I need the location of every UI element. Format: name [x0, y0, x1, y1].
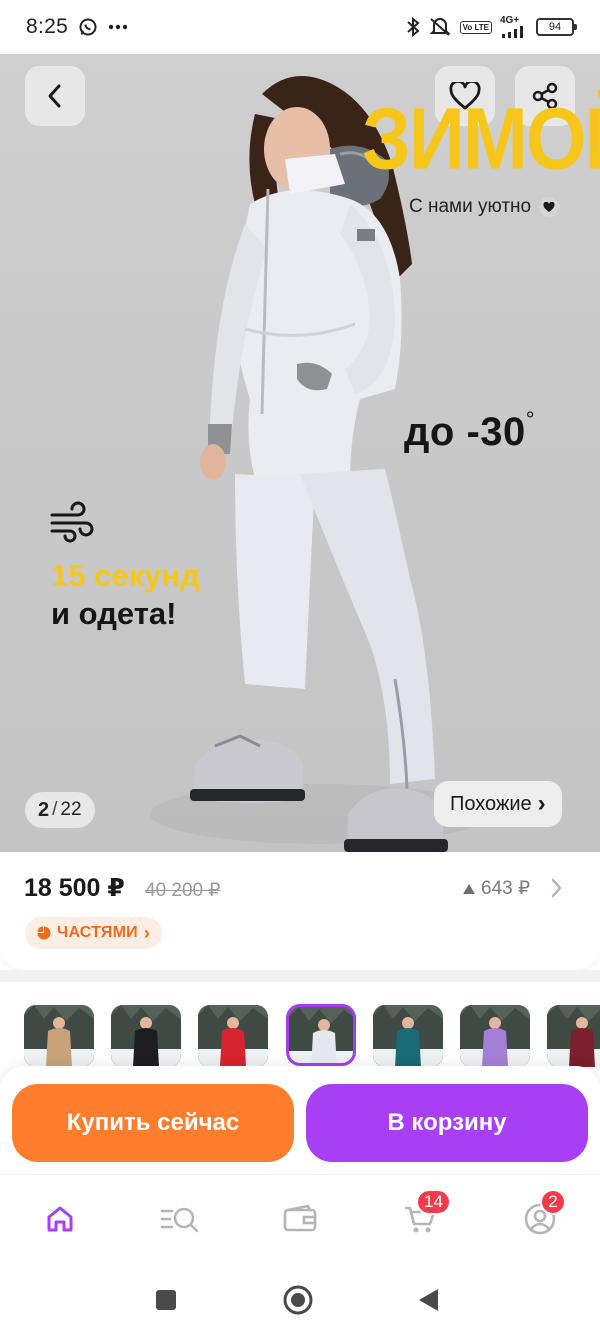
cart-badge: 14	[416, 1189, 451, 1215]
status-bar: 8:25 Vo LTE 4G+ 94	[0, 0, 600, 54]
home-system-button[interactable]	[280, 1282, 316, 1318]
chevron-left-icon	[45, 82, 65, 110]
image-counter: 2 / 22	[25, 792, 95, 828]
network-type: 4G+	[500, 15, 520, 26]
price-change[interactable]: 643 ₽	[462, 877, 530, 900]
buy-now-button[interactable]: Купить сейчас	[12, 1084, 294, 1162]
similar-products-button[interactable]: Похожие ›	[434, 781, 562, 827]
temperature-unit: °	[525, 406, 536, 432]
recents-button[interactable]	[148, 1282, 184, 1318]
installment-button[interactable]: ЧАСТЯМИ ›	[25, 917, 163, 949]
promo-speed: 15 секунд	[51, 558, 200, 593]
variant-thumbnail[interactable]	[111, 1005, 181, 1067]
whatsapp-icon	[78, 17, 98, 37]
color-variants	[0, 982, 600, 1077]
circle-icon	[282, 1284, 314, 1316]
battery-indicator: 94	[536, 18, 577, 36]
variant-thumbnail[interactable]	[460, 1005, 530, 1067]
back-system-button[interactable]	[410, 1282, 446, 1318]
installment-chevron-icon: ›	[143, 922, 151, 943]
variant-thumbnail[interactable]	[373, 1005, 443, 1067]
image-total: 22	[60, 799, 82, 820]
purchase-actions: Купить сейчас В корзину	[0, 1066, 600, 1174]
system-navigation-bar	[0, 1264, 600, 1332]
old-price: 40 200 ₽	[145, 880, 221, 901]
temperature-text: до -30	[404, 410, 526, 454]
promo-subtitle: С нами уютно	[409, 196, 560, 218]
similar-label: Похожие	[450, 792, 532, 815]
triangle-up-icon	[462, 883, 476, 895]
tab-cart[interactable]: 14	[400, 1189, 451, 1239]
home-icon	[44, 1203, 76, 1235]
catalog-search-icon	[160, 1203, 200, 1235]
volte-icon: Vo LTE	[459, 20, 492, 34]
more-notifications-icon	[108, 24, 128, 30]
pie-chart-icon	[37, 926, 51, 940]
current-price: 18 500 ₽	[24, 874, 125, 902]
signal-icon: 4G+	[500, 16, 528, 38]
tab-wallet[interactable]	[280, 1199, 320, 1239]
product-screen: 8:25 Vo LTE 4G+ 94 ЗИМО С нами уютно до …	[0, 0, 600, 1332]
bluetooth-icon	[406, 17, 420, 37]
wallet-icon	[282, 1203, 318, 1235]
price-change-value: 643 ₽	[481, 878, 531, 899]
wind-icon	[48, 501, 96, 550]
image-index: 2	[38, 798, 50, 821]
variant-thumbnail[interactable]	[198, 1005, 268, 1067]
product-image-gallery[interactable]: ЗИМОЙ С нами уютно до -30° 15 секунд и о…	[0, 54, 600, 852]
profile-badge: 2	[540, 1189, 566, 1215]
back-button[interactable]	[25, 66, 85, 126]
bottom-tab-bar: 14 2	[0, 1174, 600, 1264]
tab-profile[interactable]: 2	[520, 1189, 566, 1239]
price-section: 18 500 ₽ 40 200 ₽ 643 ₽ ЧАСТЯМИ ›	[0, 852, 600, 970]
chevron-right-icon: ›	[537, 790, 546, 817]
add-to-cart-button[interactable]: В корзину	[306, 1084, 588, 1162]
promo-temperature: до -30°	[404, 406, 536, 455]
heart-badge-icon	[539, 197, 560, 217]
variant-thumbnail[interactable]	[286, 1004, 356, 1066]
promo-subtitle-text: С нами уютно	[409, 196, 532, 217]
promo-title: ЗИМОЙ	[362, 89, 600, 188]
tab-home[interactable]	[40, 1199, 80, 1239]
tab-catalog[interactable]	[160, 1199, 200, 1239]
status-time: 8:25	[26, 15, 69, 38]
triangle-left-icon	[416, 1287, 440, 1313]
square-icon	[154, 1288, 178, 1312]
image-separator: /	[52, 799, 58, 820]
variant-thumbnail[interactable]	[24, 1005, 94, 1067]
promo-dressed: и одета!	[51, 596, 177, 631]
chevron-right-icon[interactable]	[548, 876, 564, 905]
section-divider	[0, 970, 600, 982]
mute-icon	[428, 17, 452, 37]
variant-thumbnail[interactable]	[547, 1005, 600, 1067]
installment-label: ЧАСТЯМИ	[57, 924, 138, 941]
